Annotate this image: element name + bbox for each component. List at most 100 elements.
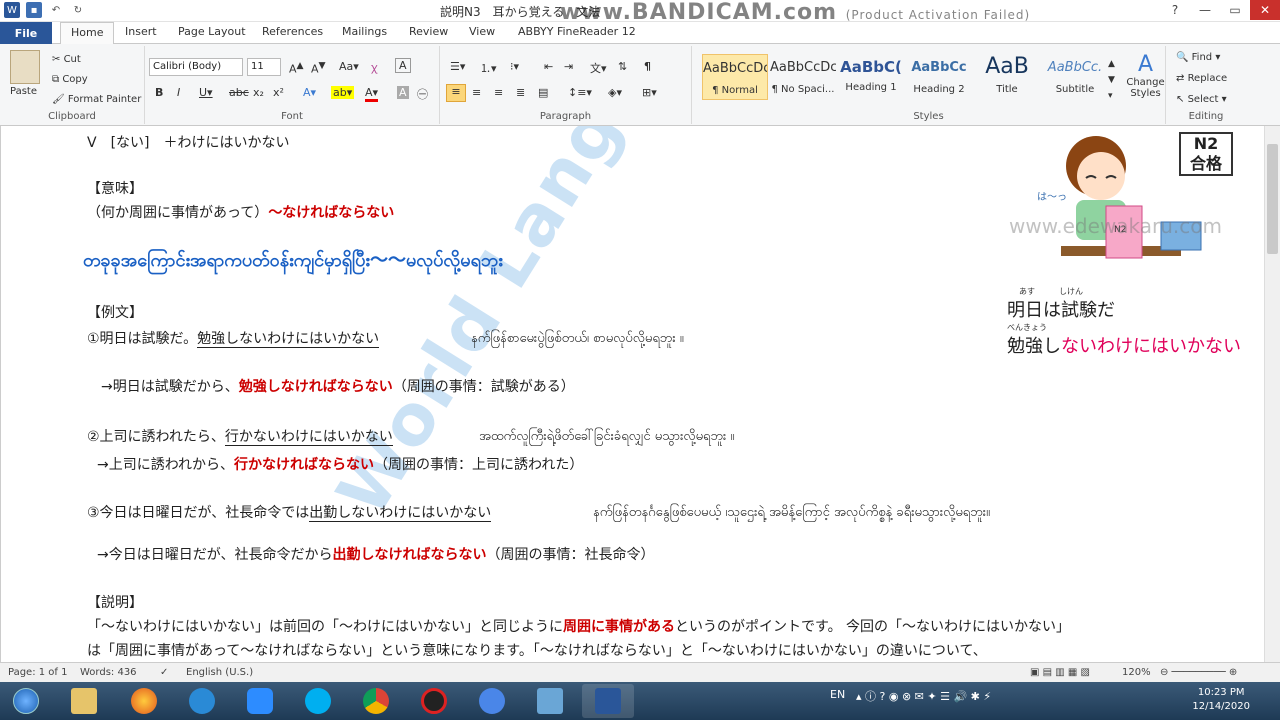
align-left-icon[interactable]: ≡ bbox=[446, 84, 466, 102]
format-painter-button[interactable]: 🖌 Format Painter bbox=[52, 94, 141, 105]
shading-icon[interactable]: ◈▾ bbox=[608, 86, 622, 99]
proofing-icon[interactable]: ✓ bbox=[160, 667, 168, 678]
bandicam-icon[interactable] bbox=[408, 684, 460, 718]
taskbar: EN ▴ ⓘ ? ◉ ⊗ ✉ ✦ ☰ 🔊 ✱ ⚡ 10:23 PM 12/14/2… bbox=[0, 682, 1280, 720]
paste-button[interactable]: Paste bbox=[10, 86, 37, 97]
bullets-icon[interactable]: ☰▾ bbox=[450, 60, 465, 73]
close-button[interactable]: ✕ bbox=[1250, 0, 1280, 20]
zoom-level[interactable]: 120% bbox=[1122, 667, 1151, 678]
styles-scroll-icon[interactable]: ▲ ▼ ▾ bbox=[1108, 56, 1115, 104]
redo-icon[interactable]: ↻ bbox=[70, 2, 86, 18]
tab-references[interactable]: References bbox=[262, 25, 323, 38]
clear-formatting-icon[interactable]: ꭓ bbox=[371, 60, 377, 75]
tab-view[interactable]: View bbox=[469, 25, 495, 38]
window-controls: ? — ▭ ✕ bbox=[1160, 0, 1280, 20]
change-styles-button[interactable]: A Change Styles bbox=[1126, 52, 1165, 99]
highlight-icon[interactable]: ab▾ bbox=[331, 86, 355, 99]
tab-home[interactable]: Home bbox=[60, 22, 115, 45]
example-3: ③今日は日曜日だが、社長命令では出勤しないわけにはいかない bbox=[87, 505, 492, 522]
chrome-icon[interactable] bbox=[350, 684, 402, 718]
style-title[interactable]: AaB Title bbox=[974, 54, 1040, 100]
example-1-burmese: နက်ဖြန်စာမေးပွဲဖြစ်တယ်၊ စာမလုပ်လို့မရဘူး… bbox=[471, 331, 684, 346]
chrome-alt-icon[interactable] bbox=[466, 684, 518, 718]
line-spacing-icon[interactable]: ↕≡▾ bbox=[568, 86, 592, 99]
style-normal[interactable]: AaBbCcDc ¶ Normal bbox=[702, 54, 768, 100]
font-name-select[interactable]: Calibri (Body) bbox=[149, 58, 243, 76]
style-heading-1[interactable]: AaBbC(Heading 1 bbox=[838, 54, 904, 100]
align-center-icon[interactable]: ≡ bbox=[472, 86, 481, 99]
maximize-button[interactable]: ▭ bbox=[1220, 0, 1250, 20]
start-button[interactable] bbox=[0, 684, 52, 718]
underline-icon[interactable]: U▾ bbox=[199, 86, 213, 99]
skype-icon[interactable] bbox=[292, 684, 344, 718]
language-indicator[interactable]: English (U.S.) bbox=[186, 667, 253, 678]
system-clock[interactable]: 10:23 PM 12/14/2020 bbox=[1192, 686, 1250, 714]
firefox-icon[interactable] bbox=[118, 684, 170, 718]
word-icon[interactable]: W bbox=[4, 2, 20, 18]
zoom-slider[interactable]: ⊖ ───────── ⊕ bbox=[1160, 667, 1237, 678]
justify-icon[interactable]: ≣ bbox=[516, 86, 525, 99]
italic-icon[interactable]: I bbox=[177, 86, 180, 99]
superscript-icon[interactable]: x² bbox=[273, 86, 284, 99]
title-bar: W ▪ ↶ ↻ 説明N3 耳から覚える 文法 www.BANDICAM.com … bbox=[0, 0, 1280, 25]
increase-indent-icon[interactable]: ⇥ bbox=[564, 60, 573, 73]
tab-mailings[interactable]: Mailings bbox=[342, 25, 387, 38]
page-count[interactable]: Page: 1 of 1 bbox=[8, 667, 67, 678]
replace-button[interactable]: ⇄ Replace bbox=[1176, 73, 1227, 84]
strikethrough-icon[interactable]: abc bbox=[229, 86, 249, 99]
asian-layout-icon[interactable]: 文▾ bbox=[590, 60, 607, 76]
help-icon[interactable]: ? bbox=[1160, 0, 1190, 20]
tab-file[interactable]: File bbox=[0, 22, 52, 44]
multilevel-list-icon[interactable]: ⁝▾ bbox=[510, 60, 519, 73]
word-taskbar-icon[interactable] bbox=[582, 684, 634, 718]
illustration: N2 は〜っ N2 合格 www.edewakaru.com あす しけん 明日は… bbox=[1001, 126, 1261, 357]
align-right-icon[interactable]: ≡ bbox=[494, 86, 503, 99]
enclose-char-icon[interactable]: ㊀ bbox=[417, 86, 428, 102]
scrollbar-thumb[interactable] bbox=[1267, 144, 1278, 254]
photos-icon[interactable] bbox=[524, 684, 576, 718]
internet-explorer-icon[interactable] bbox=[176, 684, 228, 718]
sort-icon[interactable]: ⇅ bbox=[618, 60, 627, 73]
style-subtitle[interactable]: AaBbCc. Subtitle bbox=[1042, 54, 1108, 100]
tab-abbyy[interactable]: ABBYY FineReader 12 bbox=[518, 25, 636, 38]
tab-review[interactable]: Review bbox=[409, 25, 448, 38]
subscript-icon[interactable]: x₂ bbox=[253, 86, 264, 99]
select-button[interactable]: ↖ Select ▾ bbox=[1176, 94, 1227, 105]
shrink-font-icon[interactable]: A▼ bbox=[311, 60, 326, 76]
decrease-indent-icon[interactable]: ⇤ bbox=[544, 60, 553, 73]
distributed-icon[interactable]: ▤ bbox=[538, 86, 548, 99]
tab-insert[interactable]: Insert bbox=[125, 25, 157, 38]
save-icon[interactable]: ▪ bbox=[26, 2, 42, 18]
borders-icon[interactable]: ⊞▾ bbox=[642, 86, 657, 99]
find-button[interactable]: 🔍 Find ▾ bbox=[1176, 52, 1220, 63]
bold-icon[interactable]: B bbox=[155, 86, 163, 99]
font-size-select[interactable]: 11 bbox=[247, 58, 281, 76]
vertical-scrollbar[interactable] bbox=[1264, 126, 1280, 662]
cut-button[interactable]: ✂ Cut bbox=[52, 54, 81, 65]
editing-group: 🔍 Find ▾ ⇄ Replace ↖ Select ▾ Editing bbox=[1166, 46, 1246, 124]
view-buttons[interactable]: ▣ ▤ ▥ ▦ ▧ bbox=[1030, 667, 1090, 678]
paste-icon[interactable] bbox=[10, 50, 40, 84]
numbering-icon[interactable]: ⒈▾ bbox=[480, 60, 497, 76]
example-2-burmese: အထက်လူကြီးရဲ့ဖိတ်ခေါ်ခြင်းခံရလျှင် မသွား… bbox=[479, 429, 735, 444]
word-count[interactable]: Words: 436 bbox=[80, 667, 137, 678]
input-language[interactable]: EN bbox=[830, 688, 845, 701]
char-shading-icon[interactable]: A bbox=[397, 86, 409, 99]
grow-font-icon[interactable]: A▲ bbox=[289, 60, 304, 76]
show-marks-icon[interactable]: ¶ bbox=[644, 60, 651, 73]
char-border-icon[interactable]: A bbox=[395, 58, 411, 73]
document-page[interactable]: World Language Center V [ない] ＋わけにはいかない 【… bbox=[0, 126, 1264, 662]
undo-icon[interactable]: ↶ bbox=[48, 2, 64, 18]
change-case-icon[interactable]: Aa▾ bbox=[339, 60, 359, 73]
text-effects-icon[interactable]: A▾ bbox=[303, 86, 316, 99]
paragraph-label: Paragraph bbox=[539, 111, 592, 122]
tray-icons[interactable]: ▴ ⓘ ? ◉ ⊗ ✉ ✦ ☰ 🔊 ✱ ⚡ bbox=[856, 688, 991, 704]
font-color-icon[interactable]: A▾ bbox=[365, 86, 379, 102]
file-explorer-icon[interactable] bbox=[58, 684, 110, 718]
minimize-button[interactable]: — bbox=[1190, 0, 1220, 20]
style-no-spacing[interactable]: AaBbCcDc ¶ No Spaci... bbox=[770, 54, 836, 100]
copy-button[interactable]: ⧉ Copy bbox=[52, 74, 88, 85]
zoom-app-icon[interactable] bbox=[234, 684, 286, 718]
style-heading-2[interactable]: AaBbCc Heading 2 bbox=[906, 54, 972, 100]
tab-page-layout[interactable]: Page Layout bbox=[178, 25, 246, 38]
